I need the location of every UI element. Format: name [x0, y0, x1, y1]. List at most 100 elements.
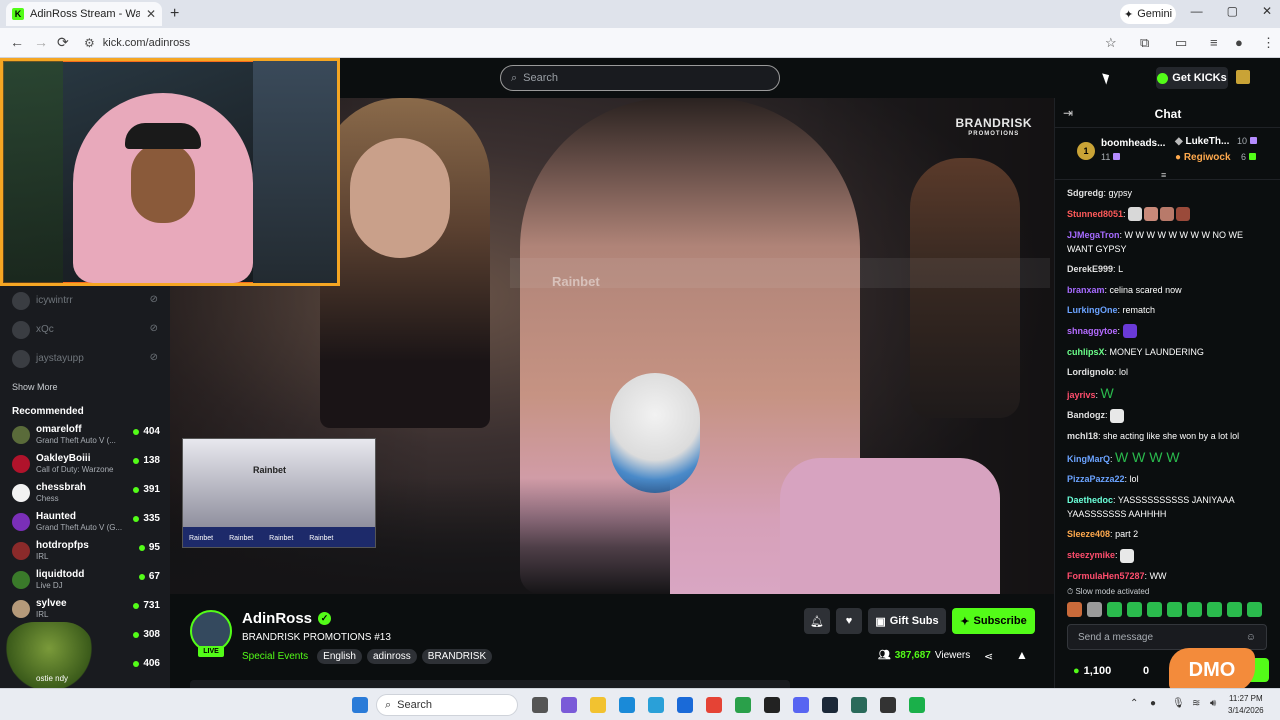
emote-button[interactable] — [1207, 602, 1222, 617]
tag-pill[interactable]: English — [317, 649, 362, 664]
minimize-button[interactable]: — — [1191, 4, 1203, 18]
browser-tab[interactable]: K AdinRoss Stream - Watch L ✕ — [6, 2, 162, 26]
search-input[interactable]: ⌕ Search — [500, 65, 780, 91]
emote-button[interactable] — [1147, 602, 1162, 617]
copilot-icon[interactable] — [561, 697, 577, 713]
chat-username[interactable]: shnaggytoe — [1067, 326, 1118, 336]
taskbar-clock[interactable]: 11:27 PM 3/14/2026 — [1228, 693, 1264, 717]
microphone-icon[interactable]: 🎙︎ — [1172, 698, 1185, 709]
store-icon[interactable] — [648, 697, 664, 713]
chrome-icon[interactable] — [706, 697, 722, 713]
app-icon[interactable] — [851, 697, 867, 713]
steam-icon[interactable] — [822, 697, 838, 713]
sidebar-offline-channel[interactable]: jaystayupp ⊘ — [12, 348, 164, 370]
windows-start-icon[interactable] — [352, 697, 368, 713]
chat-username[interactable]: cuhlipsX — [1067, 347, 1105, 357]
chat-username[interactable]: steezymike — [1067, 550, 1115, 560]
sidebar-recommended-channel[interactable]: omareloff Grand Theft Auto V (... 404 — [12, 422, 164, 450]
bookmark-star-icon[interactable]: ☆ — [1105, 35, 1117, 51]
emote-button[interactable] — [1247, 602, 1262, 617]
emote-button[interactable] — [1167, 602, 1182, 617]
show-more-link[interactable]: Show More — [12, 382, 58, 392]
taskbar-search[interactable]: ⌕ Search — [376, 694, 518, 716]
expand-leaderboard-icon[interactable]: ≡ — [1161, 170, 1166, 180]
leader-first-name[interactable]: boomheads... — [1101, 138, 1165, 149]
sidebar-recommended-channel[interactable]: hotdropfps IRL 95 — [12, 538, 164, 566]
tab-close-icon[interactable]: ✕ — [146, 7, 156, 21]
sidebar-recommended-channel[interactable]: chessbrah Chess 391 — [12, 480, 164, 508]
chat-username[interactable]: LurkingOne — [1067, 305, 1118, 315]
forward-button[interactable]: → — [34, 34, 48, 50]
follow-button[interactable]: ♥ — [836, 608, 862, 634]
profile-avatar-icon[interactable]: ● — [1235, 35, 1243, 50]
minecraft-icon[interactable] — [735, 697, 751, 713]
get-kicks-button[interactable]: Get KICKs — [1156, 67, 1228, 89]
chat-message-input[interactable]: Send a message ☺ — [1067, 624, 1267, 650]
chat-username[interactable]: jayrivs — [1067, 390, 1096, 400]
back-button[interactable]: ← — [10, 34, 24, 50]
emote-button[interactable] — [1107, 602, 1122, 617]
chat-username[interactable]: Sleeze408 — [1067, 529, 1110, 539]
chat-username[interactable]: PizzaPazza22 — [1067, 474, 1125, 484]
leader-third-name[interactable]: ● Regiwock — [1175, 152, 1231, 163]
chat-username[interactable]: KingMarQ — [1067, 454, 1110, 464]
chat-username[interactable]: Sdgredg — [1067, 188, 1104, 198]
edge-icon[interactable] — [619, 697, 635, 713]
outlook-icon[interactable] — [677, 697, 693, 713]
extensions-icon[interactable]: ⧉ — [1140, 35, 1149, 51]
chat-username[interactable]: branxam — [1067, 285, 1105, 295]
leader-second-name[interactable]: ◆ LukeTh... — [1175, 136, 1229, 147]
chat-username[interactable]: FormulaHen57287 — [1067, 571, 1145, 581]
tag-pill[interactable]: adinross — [366, 649, 417, 664]
app-icon[interactable] — [909, 697, 925, 713]
chat-username[interactable]: Daethedoc — [1067, 495, 1113, 505]
url-field[interactable]: ⚙ kick.com/adinross — [84, 32, 1134, 54]
call-of-duty-icon[interactable] — [764, 697, 780, 713]
streamer-name[interactable]: AdinRoss ✓ — [242, 610, 332, 627]
sidebar-recommended-channel[interactable]: sylvee IRL 731 — [12, 596, 164, 624]
emote-button[interactable] — [1187, 602, 1202, 617]
chat-username[interactable]: Bandogz — [1067, 410, 1105, 420]
notification-bell-button[interactable]: 🔔︎ — [804, 608, 830, 634]
share-icon[interactable]: ⋖ — [984, 650, 993, 663]
sidebar-offline-channel[interactable]: icywintrr ⊘ — [12, 290, 164, 312]
browser-menu-icon[interactable]: ⋮ — [1262, 35, 1275, 51]
chat-username[interactable]: Lordignolo — [1067, 367, 1114, 377]
app-icon[interactable] — [880, 697, 896, 713]
maximize-button[interactable]: ▢ — [1227, 4, 1238, 18]
close-window-button[interactable]: ✕ — [1262, 4, 1272, 18]
reading-list-icon[interactable]: ≡ — [1210, 35, 1218, 50]
new-tab-button[interactable]: + — [170, 5, 179, 23]
cast-icon[interactable]: ▭ — [1175, 35, 1187, 51]
gemini-button[interactable]: ✦ Gemini — [1120, 4, 1176, 24]
file-explorer-icon[interactable] — [590, 697, 606, 713]
tray-app-icon[interactable]: ● — [1150, 698, 1156, 709]
site-info-icon[interactable]: ⚙ — [84, 36, 95, 50]
wifi-icon[interactable]: ≋ — [1192, 698, 1200, 709]
emote-button[interactable] — [1087, 602, 1102, 617]
channel-points[interactable]: ● 1,100 — [1073, 665, 1111, 677]
emoji-picker-icon[interactable]: ☺ — [1246, 632, 1256, 643]
emote-button[interactable] — [1067, 602, 1082, 617]
chat-username[interactable]: mchl18 — [1067, 431, 1098, 441]
task-view-icon[interactable] — [532, 697, 548, 713]
reload-button[interactable]: ⟳ — [57, 34, 69, 51]
tray-chevron-icon[interactable]: ⌃ — [1130, 698, 1138, 709]
chat-username[interactable]: DerekE999 — [1067, 264, 1113, 274]
chat-username[interactable]: JJMegaTron — [1067, 230, 1120, 240]
chat-username[interactable]: Stunned8051 — [1067, 209, 1123, 219]
sidebar-offline-channel[interactable]: xQc ⊘ — [12, 319, 164, 341]
discord-icon[interactable] — [793, 697, 809, 713]
volume-icon[interactable]: 🔊︎ — [1210, 698, 1216, 709]
gift-subs-button[interactable]: ▣ Gift Subs — [868, 608, 946, 634]
subscribe-button[interactable]: ✦ Subscribe — [952, 608, 1035, 634]
report-icon[interactable]: ▲ — [1016, 648, 1028, 662]
sidebar-recommended-channel[interactable]: OakleyBoiii Call of Duty: Warzone 138 — [12, 451, 164, 479]
category-link[interactable]: Special Events — [242, 651, 308, 662]
tag-pill[interactable]: BRANDRISK — [421, 649, 493, 664]
emote-button[interactable] — [1227, 602, 1242, 617]
sidebar-recommended-channel[interactable]: Haunted Grand Theft Auto V (G... 335 — [12, 509, 164, 537]
gift-icon[interactable] — [1236, 70, 1250, 84]
sidebar-recommended-channel[interactable]: liquidtodd Live DJ 67 — [12, 567, 164, 595]
emote-button[interactable] — [1127, 602, 1142, 617]
